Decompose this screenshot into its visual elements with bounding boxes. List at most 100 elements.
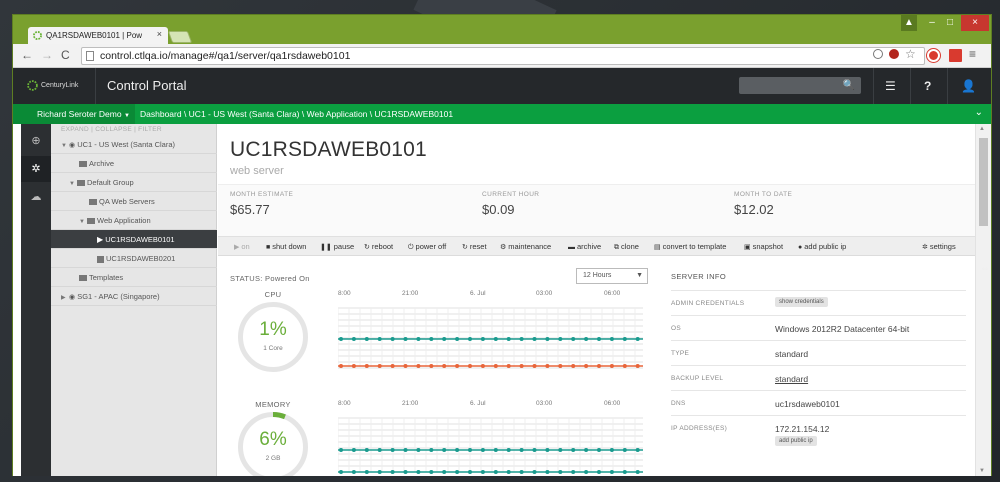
data-point: [635, 448, 640, 452]
time-tick-label: 6. Jul: [470, 400, 486, 407]
tree-item-selected[interactable]: ▶ UC1RSDAWEB0101: [51, 230, 217, 249]
tree-item[interactable]: ▶ ◉ SG1 - APAC (Singapore): [51, 287, 217, 306]
cpu-chart: 8:00 21:00 6. Jul 03:00 06:00: [338, 290, 658, 380]
tree-item-label: UC1 - US West (Santa Clara): [77, 140, 176, 149]
shutdown-button[interactable]: ■ shut down: [266, 237, 306, 257]
zoom-icon[interactable]: [873, 49, 883, 59]
close-window-button[interactable]: ×: [961, 15, 989, 31]
cloud-icon[interactable]: ☁: [21, 184, 51, 210]
convert-template-button[interactable]: ▤ convert to template: [654, 237, 726, 257]
wrench-icon: ⚙: [500, 244, 507, 251]
tree-item[interactable]: UC1RSDAWEB0201: [51, 249, 217, 268]
browser-tab[interactable]: QA1RSDAWEB0101 | Pow ×: [28, 27, 168, 44]
blocked-icon[interactable]: [889, 49, 899, 59]
new-tab-button[interactable]: [167, 31, 193, 43]
admin-credentials-row: ADMIN CREDENTIALS show credentials: [671, 290, 966, 315]
data-point: [493, 448, 498, 452]
scroll-up-icon[interactable]: ▲: [979, 126, 985, 132]
server-tree: EXPAND | COLLAPSE | FILTER ▼ ◉ UC1 - US W…: [51, 124, 217, 476]
action-label: clone: [621, 242, 639, 251]
queue-icon[interactable]: ☰: [885, 79, 896, 93]
tab-title: QA1RSDAWEB0101 | Pow: [46, 31, 143, 40]
memory-label: MEMORY: [255, 400, 291, 409]
scroll-thumb[interactable]: [979, 138, 988, 226]
action-label: power off: [415, 242, 447, 251]
data-point: [351, 364, 356, 368]
data-point: [635, 470, 640, 474]
user-profile-icon[interactable]: ▲: [901, 15, 917, 31]
tree-item[interactable]: ▼ Web Application: [51, 211, 217, 230]
backup-level-link[interactable]: standard: [775, 374, 808, 384]
action-label: snapshot: [752, 242, 784, 251]
snapshot-button[interactable]: ▣ snapshot: [744, 237, 783, 257]
cost-label: MONTH TO DATE: [734, 191, 793, 198]
pause-button[interactable]: ❚❚ pause: [320, 237, 354, 257]
extension-badge-icon[interactable]: [949, 49, 962, 62]
time-tick-label: 03:00: [536, 290, 553, 297]
action-label: on: [241, 242, 250, 251]
data-point: [545, 448, 550, 452]
chevron-down-icon[interactable]: ⌄: [975, 107, 983, 118]
data-point: [416, 470, 421, 474]
add-icon[interactable]: ⊕: [21, 128, 51, 154]
back-icon[interactable]: ←: [21, 48, 33, 62]
forward-icon[interactable]: →: [41, 48, 53, 62]
cost-value: $65.77: [230, 202, 270, 217]
control-portal-app: CenturyLink Control Portal 🔍 ☰ ? 👤 Richa…: [13, 68, 991, 476]
time-tick-label: 21:00: [402, 290, 419, 297]
select-value: 12 Hours: [583, 272, 612, 279]
tree-item[interactable]: QA Web Servers: [51, 192, 217, 211]
tree-item[interactable]: Archive: [51, 154, 217, 173]
account-switcher[interactable]: Richard Seroter Demo ▼: [13, 104, 135, 124]
tab-close-icon[interactable]: ×: [157, 29, 162, 39]
user-icon[interactable]: 👤: [961, 79, 976, 93]
reload-icon[interactable]: C: [61, 48, 70, 62]
power-on-button[interactable]: ▶ on: [234, 237, 250, 257]
extension-icon[interactable]: [927, 49, 940, 62]
breadcrumb[interactable]: Dashboard \ UC1 - US West (Santa Clara) …: [140, 104, 453, 124]
memory-chart: 8:00 21:00 6. Jul 03:00 06:00: [338, 400, 658, 476]
datacenter-icon: ◉: [69, 142, 76, 149]
data-point: [493, 364, 498, 368]
search-input[interactable]: 🔍: [739, 77, 861, 94]
settings-button[interactable]: ✲ settings: [922, 237, 956, 257]
page-scrollbar[interactable]: ▲ ▼: [975, 124, 991, 476]
clone-button[interactable]: ⧉ clone: [614, 237, 639, 257]
add-public-ip-button[interactable]: ● add public ip: [798, 237, 846, 257]
reboot-button[interactable]: ↻ reboot: [364, 237, 393, 257]
data-point: [584, 448, 589, 452]
scroll-down-icon[interactable]: ▼: [979, 468, 985, 474]
server-chip-icon[interactable]: ✲: [21, 156, 51, 182]
power-off-button[interactable]: ⏻ power off: [408, 237, 446, 257]
search-icon[interactable]: 🔍: [843, 80, 855, 91]
data-point: [468, 337, 472, 341]
tree-controls[interactable]: EXPAND | COLLAPSE | FILTER: [51, 124, 217, 135]
data-point: [622, 448, 627, 452]
centurylink-logo[interactable]: CenturyLink: [27, 80, 78, 91]
tree-item[interactable]: Templates: [51, 268, 217, 287]
play-icon: ▶: [97, 235, 104, 244]
minimize-button[interactable]: –: [923, 15, 941, 31]
server-info-title: SERVER INFO: [671, 272, 727, 281]
archive-button[interactable]: ▬ archive: [568, 237, 601, 257]
data-point: [584, 364, 589, 368]
menu-icon[interactable]: ≡: [969, 47, 982, 61]
add-public-ip-small-button[interactable]: add public ip: [775, 436, 817, 446]
data-point: [403, 448, 408, 452]
time-range-select[interactable]: 12 Hours ▼: [576, 268, 648, 284]
folder-icon: [79, 161, 87, 168]
data-point: [339, 470, 343, 474]
tree-item[interactable]: ▼ Default Group: [51, 173, 217, 192]
help-icon[interactable]: ?: [924, 79, 931, 93]
bookmark-star-icon[interactable]: ☆: [905, 47, 918, 61]
camera-icon: ▣: [744, 244, 751, 251]
address-bar[interactable]: control.ctlqa.io/manage#/qa1/server/qa1r…: [81, 47, 925, 65]
maintenance-button[interactable]: ⚙ maintenance: [500, 237, 551, 257]
tree-item[interactable]: ▼ ◉ UC1 - US West (Santa Clara): [51, 135, 217, 154]
stop-icon: ■: [266, 244, 271, 251]
action-label: archive: [577, 242, 602, 251]
maximize-button[interactable]: □: [941, 15, 959, 31]
data-point: [429, 470, 434, 474]
show-credentials-button[interactable]: show credentials: [775, 297, 828, 307]
reset-button[interactable]: ↻ reset: [462, 237, 487, 257]
